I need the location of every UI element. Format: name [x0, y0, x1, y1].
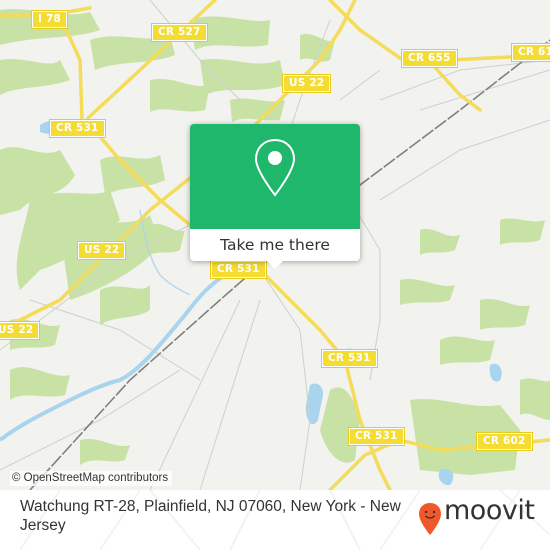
osm-attribution[interactable]: © OpenStreetMap contributors	[10, 471, 173, 486]
road-label-us22-top: US 22	[281, 74, 332, 93]
popup-header	[190, 124, 360, 229]
road-label-cr527: CR 527	[151, 23, 208, 42]
road-label-cr531-left: CR 531	[49, 119, 106, 138]
road-label-cr655: CR 655	[401, 49, 458, 68]
road-label-us22-left: US 22	[0, 321, 41, 340]
location-popup: Take me there	[190, 124, 360, 269]
take-me-there-button[interactable]: Take me there	[190, 229, 360, 261]
address-text: Watchung RT-28, Plainfield, NJ 07060, Ne…	[20, 498, 401, 534]
moovit-wordmark: moovit	[444, 495, 535, 526]
road-label-cr531-right: CR 531	[321, 349, 378, 368]
moovit-pin-icon	[419, 503, 441, 535]
map-view[interactable]: I 78 CR 527 CR 655 CR 616 US 22 CR 531 U…	[0, 0, 550, 490]
road-label-cr531-center: CR 531	[210, 260, 267, 279]
road-label-i78: I 78	[31, 10, 68, 29]
road-label-us22-mid: US 22	[76, 241, 127, 260]
road-label-cr616: CR 616	[511, 43, 550, 62]
popup-pointer	[266, 260, 284, 269]
road-label-cr602: CR 602	[476, 432, 533, 451]
map-pin-icon	[254, 138, 296, 197]
road-label-cr531-bottom: CR 531	[348, 427, 405, 446]
